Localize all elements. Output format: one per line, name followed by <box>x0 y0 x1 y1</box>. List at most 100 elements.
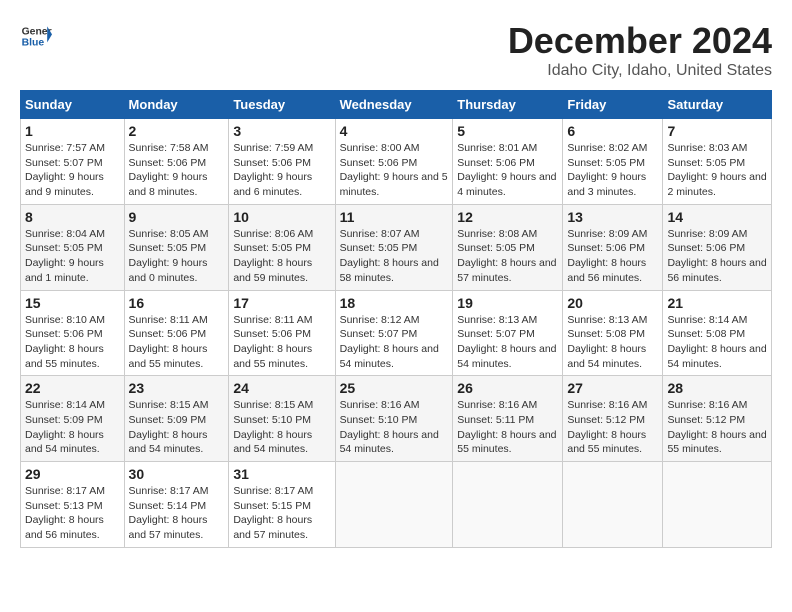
table-cell: 23 Sunrise: 8:15 AMSunset: 5:09 PMDayligh… <box>124 376 229 462</box>
table-cell: 29 Sunrise: 8:17 AMSunset: 5:13 PMDayligh… <box>21 462 125 548</box>
table-cell: 15 Sunrise: 8:10 AMSunset: 5:06 PMDayligh… <box>21 290 125 376</box>
day-number: 3 <box>233 123 330 139</box>
day-info: Sunrise: 8:14 AMSunset: 5:09 PMDaylight:… <box>25 399 105 455</box>
table-cell <box>453 462 563 548</box>
col-sunday: Sunday <box>21 91 125 119</box>
svg-text:Blue: Blue <box>22 38 45 49</box>
day-number: 20 <box>567 295 658 311</box>
table-cell: 21 Sunrise: 8:14 AMSunset: 5:08 PMDayligh… <box>663 290 772 376</box>
day-number: 24 <box>233 380 330 396</box>
table-row: 8 Sunrise: 8:04 AMSunset: 5:05 PMDaylight… <box>21 204 772 290</box>
table-cell: 22 Sunrise: 8:14 AMSunset: 5:09 PMDayligh… <box>21 376 125 462</box>
day-info: Sunrise: 8:10 AMSunset: 5:06 PMDaylight:… <box>25 314 105 370</box>
logo: General Blue <box>20 20 52 52</box>
day-info: Sunrise: 8:13 AMSunset: 5:08 PMDaylight:… <box>567 314 647 370</box>
day-number: 14 <box>667 209 767 225</box>
day-info: Sunrise: 8:17 AMSunset: 5:13 PMDaylight:… <box>25 485 105 541</box>
calendar-table: Sunday Monday Tuesday Wednesday Thursday… <box>20 90 772 548</box>
table-cell: 25 Sunrise: 8:16 AMSunset: 5:10 PMDayligh… <box>335 376 453 462</box>
page-subtitle: Idaho City, Idaho, United States <box>508 62 772 80</box>
day-info: Sunrise: 8:06 AMSunset: 5:05 PMDaylight:… <box>233 228 313 284</box>
day-info: Sunrise: 8:16 AMSunset: 5:10 PMDaylight:… <box>340 399 439 455</box>
day-info: Sunrise: 7:59 AMSunset: 5:06 PMDaylight:… <box>233 142 313 198</box>
table-cell <box>663 462 772 548</box>
table-cell: 11 Sunrise: 8:07 AMSunset: 5:05 PMDayligh… <box>335 204 453 290</box>
table-cell: 7 Sunrise: 8:03 AMSunset: 5:05 PMDaylight… <box>663 119 772 205</box>
day-info: Sunrise: 8:11 AMSunset: 5:06 PMDaylight:… <box>129 314 208 370</box>
table-cell: 24 Sunrise: 8:15 AMSunset: 5:10 PMDayligh… <box>229 376 335 462</box>
table-cell: 6 Sunrise: 8:02 AMSunset: 5:05 PMDaylight… <box>563 119 663 205</box>
day-info: Sunrise: 7:57 AMSunset: 5:07 PMDaylight:… <box>25 142 105 198</box>
table-cell: 3 Sunrise: 7:59 AMSunset: 5:06 PMDaylight… <box>229 119 335 205</box>
day-number: 28 <box>667 380 767 396</box>
table-cell: 9Sunrise: 8:05 AMSunset: 5:05 PMDaylight… <box>124 204 229 290</box>
day-info: Sunrise: 8:11 AMSunset: 5:06 PMDaylight:… <box>233 314 312 370</box>
table-cell: 13Sunrise: 8:09 AMSunset: 5:06 PMDayligh… <box>563 204 663 290</box>
day-info: Sunrise: 8:04 AMSunset: 5:05 PMDaylight:… <box>25 228 105 284</box>
day-info: Sunrise: 7:58 AMSunset: 5:06 PMDaylight:… <box>129 142 209 198</box>
day-number: 31 <box>233 466 330 482</box>
day-info: Sunrise: 8:13 AMSunset: 5:07 PMDaylight:… <box>457 314 556 370</box>
table-cell: 8 Sunrise: 8:04 AMSunset: 5:05 PMDaylight… <box>21 204 125 290</box>
table-row: 15 Sunrise: 8:10 AMSunset: 5:06 PMDayligh… <box>21 290 772 376</box>
day-number: 17 <box>233 295 330 311</box>
day-info: Sunrise: 8:12 AMSunset: 5:07 PMDaylight:… <box>340 314 439 370</box>
table-cell: 30Sunrise: 8:17 AMSunset: 5:14 PMDayligh… <box>124 462 229 548</box>
day-number: 27 <box>567 380 658 396</box>
table-cell: 20 Sunrise: 8:13 AMSunset: 5:08 PMDayligh… <box>563 290 663 376</box>
day-number: 21 <box>667 295 767 311</box>
table-cell <box>335 462 453 548</box>
day-number: 10 <box>233 209 330 225</box>
day-info: Sunrise: 8:05 AMSunset: 5:05 PMDaylight:… <box>129 228 209 284</box>
table-cell: 19 Sunrise: 8:13 AMSunset: 5:07 PMDayligh… <box>453 290 563 376</box>
day-number: 4 <box>340 123 449 139</box>
day-number: 23 <box>129 380 225 396</box>
table-cell: 17 Sunrise: 8:11 AMSunset: 5:06 PMDayligh… <box>229 290 335 376</box>
day-number: 12 <box>457 209 558 225</box>
day-number: 15 <box>25 295 120 311</box>
day-info: Sunrise: 8:01 AMSunset: 5:06 PMDaylight:… <box>457 142 556 198</box>
day-number: 26 <box>457 380 558 396</box>
day-number: 11 <box>340 209 449 225</box>
day-info: Sunrise: 8:02 AMSunset: 5:05 PMDaylight:… <box>567 142 647 198</box>
day-number: 29 <box>25 466 120 482</box>
table-cell: 10 Sunrise: 8:06 AMSunset: 5:05 PMDayligh… <box>229 204 335 290</box>
day-info: Sunrise: 8:16 AMSunset: 5:11 PMDaylight:… <box>457 399 556 455</box>
day-info: Sunrise: 8:07 AMSunset: 5:05 PMDaylight:… <box>340 228 439 284</box>
header-row: Sunday Monday Tuesday Wednesday Thursday… <box>21 91 772 119</box>
day-info: Sunrise: 8:17 AMSunset: 5:15 PMDaylight:… <box>233 485 313 541</box>
col-saturday: Saturday <box>663 91 772 119</box>
day-number: 16 <box>129 295 225 311</box>
table-cell: 28 Sunrise: 8:16 AMSunset: 5:12 PMDayligh… <box>663 376 772 462</box>
day-number: 25 <box>340 380 449 396</box>
col-wednesday: Wednesday <box>335 91 453 119</box>
table-row: 22 Sunrise: 8:14 AMSunset: 5:09 PMDayligh… <box>21 376 772 462</box>
table-cell: 16 Sunrise: 8:11 AMSunset: 5:06 PMDayligh… <box>124 290 229 376</box>
day-number: 30 <box>129 466 225 482</box>
col-monday: Monday <box>124 91 229 119</box>
day-number: 6 <box>567 123 658 139</box>
day-info: Sunrise: 8:15 AMSunset: 5:10 PMDaylight:… <box>233 399 313 455</box>
day-number: 18 <box>340 295 449 311</box>
day-info: Sunrise: 8:03 AMSunset: 5:05 PMDaylight:… <box>667 142 766 198</box>
table-cell: 31 Sunrise: 8:17 AMSunset: 5:15 PMDayligh… <box>229 462 335 548</box>
day-number: 2 <box>129 123 225 139</box>
day-number: 7 <box>667 123 767 139</box>
table-cell: 5 Sunrise: 8:01 AMSunset: 5:06 PMDaylight… <box>453 119 563 205</box>
day-number: 22 <box>25 380 120 396</box>
page-title: December 2024 <box>508 20 772 62</box>
day-info: Sunrise: 8:15 AMSunset: 5:09 PMDaylight:… <box>129 399 209 455</box>
col-thursday: Thursday <box>453 91 563 119</box>
table-cell: 2 Sunrise: 7:58 AMSunset: 5:06 PMDaylight… <box>124 119 229 205</box>
table-cell: 26 Sunrise: 8:16 AMSunset: 5:11 PMDayligh… <box>453 376 563 462</box>
day-number: 19 <box>457 295 558 311</box>
day-number: 8 <box>25 209 120 225</box>
day-info: Sunrise: 8:09 AMSunset: 5:06 PMDaylight:… <box>567 228 647 284</box>
day-info: Sunrise: 8:14 AMSunset: 5:08 PMDaylight:… <box>667 314 766 370</box>
day-number: 1 <box>25 123 120 139</box>
day-info: Sunrise: 8:16 AMSunset: 5:12 PMDaylight:… <box>567 399 647 455</box>
day-info: Sunrise: 8:16 AMSunset: 5:12 PMDaylight:… <box>667 399 766 455</box>
day-number: 5 <box>457 123 558 139</box>
table-cell: 4Sunrise: 8:00 AMSunset: 5:06 PMDaylight… <box>335 119 453 205</box>
title-area: December 2024 Idaho City, Idaho, United … <box>508 20 772 80</box>
